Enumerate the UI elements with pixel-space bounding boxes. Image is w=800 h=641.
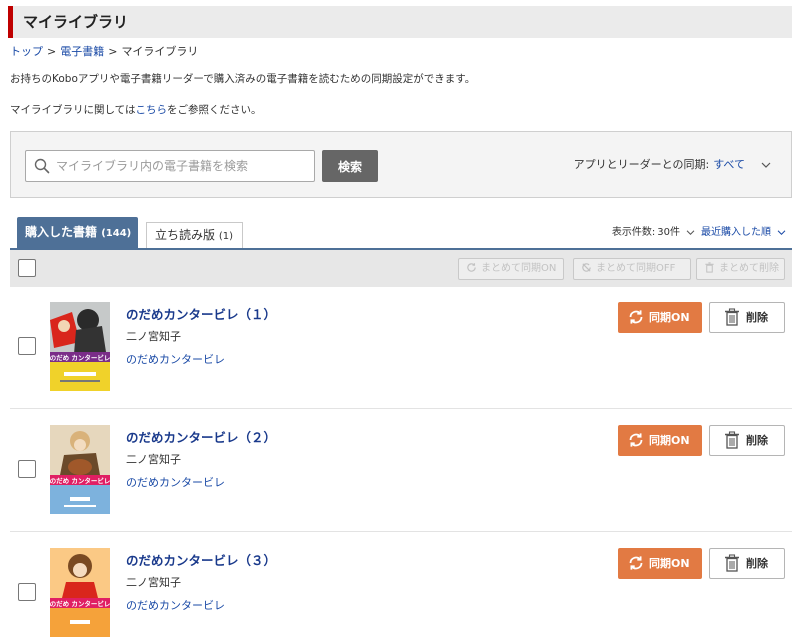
sort-dropdown[interactable]: 最近購入した順 [701,227,786,238]
trash-icon [725,308,739,326]
bulk-sync-on-label: まとめて同期ON [481,263,557,274]
refer-prefix: マイライブラリに関しては [10,104,136,116]
sync-arrows-icon [629,433,643,447]
book-checkbox[interactable] [18,337,36,355]
bulk-delete-button[interactable]: まとめて削除 [696,258,785,280]
book-row: のだめ カンタービレ のだめカンタービレ（２） 二ノ宮知子 のだめカンタービレ … [10,410,792,532]
sync-filter-value: すべて [713,158,745,171]
trash-icon [705,262,714,273]
breadcrumb-link-ebooks[interactable]: 電子書籍 [60,45,104,58]
book-author: 二ノ宮知子 [126,330,181,343]
chevron-down-icon [777,229,786,235]
per-page-value: 30件 [657,227,680,238]
tab-purchased-count: (144) [101,228,132,239]
select-all-checkbox[interactable] [18,259,36,277]
breadcrumb-link-top[interactable]: トップ [10,45,43,58]
bulk-sync-on-button[interactable]: まとめて同期ON [458,258,564,280]
svg-text:のだめ カンタービレ: のだめ カンタービレ [50,353,110,362]
book-row: のだめ カンタービレ のだめカンタービレ（３） 二ノ宮知子 のだめカンタービレ … [10,533,792,641]
trash-icon [725,554,739,572]
delete-button[interactable]: 削除 [709,548,785,579]
per-page-label: 表示件数: [611,227,656,238]
sync-on-label: 同期ON [649,311,690,324]
tab-purchased-label: 購入した書籍 [25,225,98,239]
delete-button[interactable]: 削除 [709,302,785,333]
display-options: 表示件数: 30件 最近購入した順 [612,223,786,238]
sync-filter-dropdown[interactable]: アプリとリーダーとの同期: すべて [574,156,771,172]
tab-samples[interactable]: 立ち読み版 (1) [146,222,243,249]
sync-arrows-icon [629,310,643,324]
bulk-action-bar: まとめて同期ON まとめて同期OFF まとめて削除 [10,250,792,287]
bulk-delete-label: まとめて削除 [719,263,779,274]
sort-value: 最近購入した順 [701,227,771,238]
search-button[interactable]: 検索 [322,150,378,182]
book-title-link[interactable]: のだめカンタービレ（１） [126,304,276,323]
per-page-dropdown[interactable]: 表示件数: 30件 [612,227,701,238]
book-author: 二ノ宮知子 [126,576,181,589]
breadcrumb: トップ > 電子書籍 > マイライブラリ [10,43,198,59]
book-cover-image[interactable]: のだめ カンタービレ [50,548,110,637]
sync-on-label: 同期ON [649,434,690,447]
book-series-link[interactable]: のだめカンタービレ [126,597,225,613]
book-cover-image[interactable]: のだめ カンタービレ [50,425,110,514]
bulk-sync-off-button[interactable]: まとめて同期OFF [573,258,691,280]
book-row: のだめ カンタービレ のだめカンタービレ（１） 二ノ宮知子 のだめカンタービレ … [10,287,792,409]
tab-samples-count: (1) [218,231,234,242]
book-author: 二ノ宮知子 [126,453,181,466]
delete-label: 削除 [746,434,768,447]
book-series-link[interactable]: のだめカンタービレ [126,474,225,490]
sync-arrows-icon [629,556,643,570]
refer-link[interactable]: こちら [135,104,167,116]
magnifier-icon [34,158,50,174]
book-checkbox[interactable] [18,583,36,601]
svg-text:のだめ カンタービレ: のだめ カンタービレ [50,599,110,608]
breadcrumb-current: マイライブラリ [121,45,199,58]
sync-on-button[interactable]: 同期ON [618,548,702,579]
sync-off-icon [582,263,591,272]
intro-reference: マイライブラリに関してはこちらをご参照ください。 [10,102,261,117]
sync-filter-label: アプリとリーダーとの同期: [573,158,710,171]
search-box [25,150,315,182]
intro-description: お持ちのKoboアプリや電子書籍リーダーで購入済みの電子書籍を読むための同期設定… [10,73,476,85]
svg-text:のだめ カンタービレ: のだめ カンタービレ [50,476,110,485]
refer-suffix: をご参照ください。 [166,104,262,116]
search-input[interactable] [56,152,310,180]
book-checkbox[interactable] [18,460,36,478]
breadcrumb-separator: > [108,45,118,58]
book-title-link[interactable]: のだめカンタービレ（３） [126,550,276,569]
bulk-sync-off-label: まとめて同期OFF [596,263,676,274]
delete-label: 削除 [746,311,768,324]
chevron-down-icon [761,162,771,168]
tab-purchased-books[interactable]: 購入した書籍 (144) [17,217,138,249]
delete-label: 削除 [746,557,768,570]
sync-arrows-icon [467,263,476,272]
sync-on-button[interactable]: 同期ON [618,425,702,456]
sync-on-button[interactable]: 同期ON [618,302,702,333]
page-title: マイライブラリ [23,13,129,31]
page-title-bar: マイライブラリ [8,6,792,38]
trash-icon [725,431,739,449]
breadcrumb-separator: > [47,45,57,58]
book-title-link[interactable]: のだめカンタービレ（２） [126,427,276,446]
search-panel: 検索 アプリとリーダーとの同期:すべて [10,131,792,198]
delete-button[interactable]: 削除 [709,425,785,456]
chevron-down-icon [686,229,695,235]
sync-on-label: 同期ON [649,557,690,570]
book-series-link[interactable]: のだめカンタービレ [126,351,225,367]
book-cover-image[interactable]: のだめ カンタービレ [50,302,110,391]
tab-samples-label: 立ち読み版 [155,228,216,242]
